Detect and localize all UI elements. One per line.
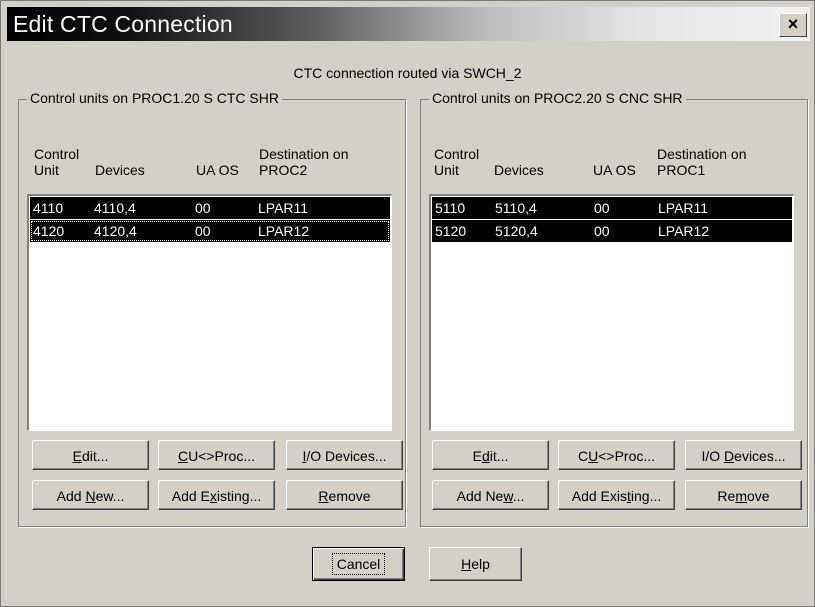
cell-devices: 4120,4 [94, 223, 137, 239]
left-col-devices: Devices [95, 162, 145, 178]
title-bar[interactable]: Edit CTC Connection × [7, 7, 810, 41]
cell-ua-os: 00 [195, 200, 211, 216]
left-col-ua-os: UA OS [196, 162, 239, 178]
cell-control-unit: 5110 [435, 200, 466, 216]
right-col-control-unit: Control Unit [434, 146, 480, 178]
right-io-devices-button[interactable]: I/O Devices... [685, 440, 802, 470]
cell-devices: 5120,4 [495, 223, 538, 239]
left-group-legend: Control units on PROC1.20 S CTC SHR [27, 90, 282, 106]
cancel-button[interactable]: Cancel [312, 547, 405, 581]
cell-control-unit: 4120 [33, 223, 65, 239]
left-control-units-group: Control units on PROC1.20 S CTC SHR Cont… [18, 90, 406, 527]
left-control-unit-list[interactable]: 4110 4110,4 00 LPAR11 4120 4120,4 00 LPA… [27, 194, 392, 431]
left-io-devices-button[interactable]: I/O Devices... [286, 440, 403, 470]
right-edit-button[interactable]: Edit... [432, 440, 549, 470]
left-edit-button[interactable]: Edit... [32, 440, 149, 470]
right-col-destination: Destination on PROC1 [657, 146, 747, 178]
cell-destination: LPAR11 [658, 200, 709, 216]
right-cu-proc-button[interactable]: CU<>Proc... [558, 440, 675, 470]
list-item[interactable]: 5110 5110,4 00 LPAR11 [432, 197, 792, 219]
left-cu-proc-button[interactable]: CU<>Proc... [158, 440, 275, 470]
list-item[interactable]: 5120 5120,4 00 LPAR12 [432, 220, 792, 242]
window-title: Edit CTC Connection [13, 11, 233, 37]
right-control-unit-list[interactable]: 5110 5110,4 00 LPAR11 5120 5120,4 00 LPA… [429, 194, 794, 431]
cell-control-unit: 5120 [435, 223, 467, 239]
left-remove-button[interactable]: Remove [286, 480, 403, 510]
left-add-new-button[interactable]: Add New... [32, 480, 149, 510]
routing-info: CTC connection routed via SWCH_2 [293, 65, 522, 81]
cell-ua-os: 00 [195, 223, 211, 239]
cell-destination: LPAR11 [258, 200, 309, 216]
cell-devices: 5110,4 [495, 200, 537, 216]
cell-devices: 4110,4 [94, 200, 136, 216]
help-button[interactable]: Help [429, 547, 522, 581]
edit-ctc-connection-dialog: Edit CTC Connection × CTC connection rou… [0, 0, 815, 607]
right-col-devices: Devices [494, 162, 544, 178]
cell-destination: LPAR12 [658, 223, 710, 239]
cell-control-unit: 4110 [33, 200, 64, 216]
right-control-units-group: Control units on PROC2.20 S CNC SHR Cont… [420, 90, 808, 527]
list-item[interactable]: 4120 4120,4 00 LPAR12 [30, 220, 390, 242]
right-group-legend: Control units on PROC2.20 S CNC SHR [429, 90, 686, 106]
right-remove-button[interactable]: Remove [685, 480, 802, 510]
left-col-control-unit: Control Unit [34, 146, 80, 178]
right-add-existing-button[interactable]: Add Existing... [558, 480, 675, 510]
right-col-ua-os: UA OS [593, 162, 636, 178]
cell-ua-os: 00 [594, 200, 610, 216]
cell-ua-os: 00 [594, 223, 610, 239]
cell-destination: LPAR12 [258, 223, 310, 239]
left-col-destination: Destination on PROC2 [259, 146, 349, 178]
left-add-existing-button[interactable]: Add Existing... [158, 480, 275, 510]
right-add-new-button[interactable]: Add New... [432, 480, 549, 510]
close-button[interactable]: × [779, 13, 807, 37]
list-item[interactable]: 4110 4110,4 00 LPAR11 [30, 197, 390, 219]
